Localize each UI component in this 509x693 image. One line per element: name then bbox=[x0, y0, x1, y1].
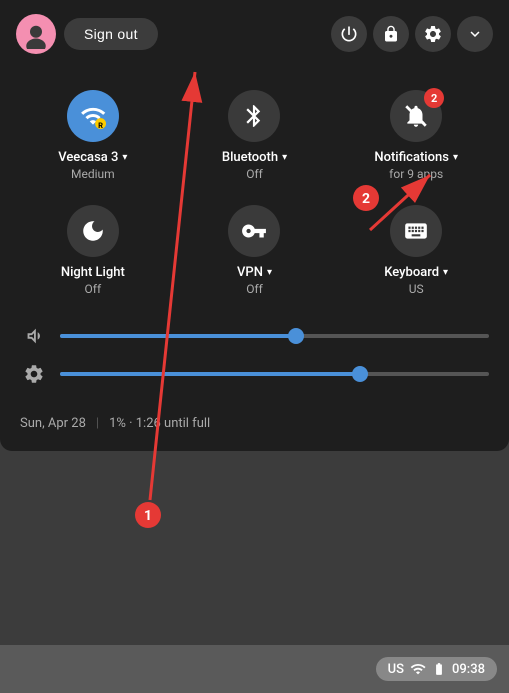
battery-text: 1% · 1:26 until full bbox=[109, 416, 210, 431]
nightlight-label: Night Light bbox=[61, 265, 125, 280]
nightlight-sub: Off bbox=[85, 282, 102, 296]
keyboard-icon-wrap bbox=[390, 205, 442, 257]
battery-status-icon bbox=[432, 662, 446, 676]
quick-settings-panel: Sign out bbox=[0, 0, 509, 451]
wifi-sub: Medium bbox=[71, 167, 115, 181]
divider: | bbox=[96, 416, 99, 431]
notifications-sub: for 9 apps bbox=[389, 167, 443, 181]
svg-text:R: R bbox=[98, 121, 103, 129]
bluetooth-label: Bluetooth ▾ bbox=[222, 150, 287, 165]
keyboard-tile[interactable]: Keyboard ▾ US bbox=[335, 191, 497, 306]
keyboard-layout-text: US bbox=[388, 662, 404, 677]
vpn-tile[interactable]: VPN ▾ Off bbox=[174, 191, 336, 306]
brightness-fill bbox=[60, 372, 360, 376]
svg-text:1: 1 bbox=[144, 508, 152, 524]
sliders-section bbox=[0, 314, 509, 406]
bluetooth-tile[interactable]: Bluetooth ▾ Off bbox=[174, 76, 336, 191]
nightlight-tile[interactable]: Night Light Off bbox=[12, 191, 174, 306]
volume-slider-row bbox=[20, 322, 489, 350]
keyboard-sub: US bbox=[409, 282, 424, 296]
volume-fill bbox=[60, 334, 296, 338]
top-bar: Sign out bbox=[0, 0, 509, 68]
taskbar: US 09:38 bbox=[0, 645, 509, 693]
vpn-label: VPN ▾ bbox=[237, 265, 272, 280]
bluetooth-icon-wrap bbox=[228, 90, 280, 142]
volume-track[interactable] bbox=[60, 334, 489, 338]
settings-button[interactable] bbox=[415, 16, 451, 52]
status-area[interactable]: US 09:38 bbox=[376, 657, 497, 681]
avatar[interactable] bbox=[16, 14, 56, 54]
notifications-icon-wrap: 2 bbox=[390, 90, 442, 142]
bottom-info: Sun, Apr 28 | 1% · 1:26 until full bbox=[0, 406, 509, 435]
date-text: Sun, Apr 28 bbox=[20, 416, 86, 431]
wifi-tile[interactable]: R Veecasa 3 ▾ Medium bbox=[12, 76, 174, 191]
vpn-sub: Off bbox=[246, 282, 263, 296]
wifi-label: Veecasa 3 ▾ bbox=[58, 150, 127, 165]
brightness-icon bbox=[20, 360, 48, 388]
brightness-slider-row bbox=[20, 360, 489, 388]
time-text: 09:38 bbox=[452, 662, 485, 677]
notifications-tile[interactable]: 2 Notifications ▾ for 9 apps bbox=[335, 76, 497, 191]
lock-button[interactable] bbox=[373, 16, 409, 52]
chevron-button[interactable] bbox=[457, 16, 493, 52]
bluetooth-sub: Off bbox=[246, 167, 263, 181]
brightness-track[interactable] bbox=[60, 372, 489, 376]
vpn-icon-wrap bbox=[228, 205, 280, 257]
wifi-icon-wrap: R bbox=[67, 90, 119, 142]
wifi-status-icon bbox=[410, 661, 426, 677]
notifications-label: Notifications ▾ bbox=[374, 150, 458, 165]
volume-thumb[interactable] bbox=[288, 328, 304, 344]
volume-icon bbox=[20, 322, 48, 350]
quick-tiles-grid: R Veecasa 3 ▾ Medium Bluetooth ▾ Off bbox=[0, 68, 509, 314]
brightness-thumb[interactable] bbox=[352, 366, 368, 382]
nightlight-icon-wrap bbox=[67, 205, 119, 257]
notifications-badge: 2 bbox=[424, 88, 444, 108]
power-button[interactable] bbox=[331, 16, 367, 52]
sign-out-button[interactable]: Sign out bbox=[64, 18, 158, 50]
top-icons bbox=[331, 16, 493, 52]
keyboard-label: Keyboard ▾ bbox=[384, 265, 448, 280]
